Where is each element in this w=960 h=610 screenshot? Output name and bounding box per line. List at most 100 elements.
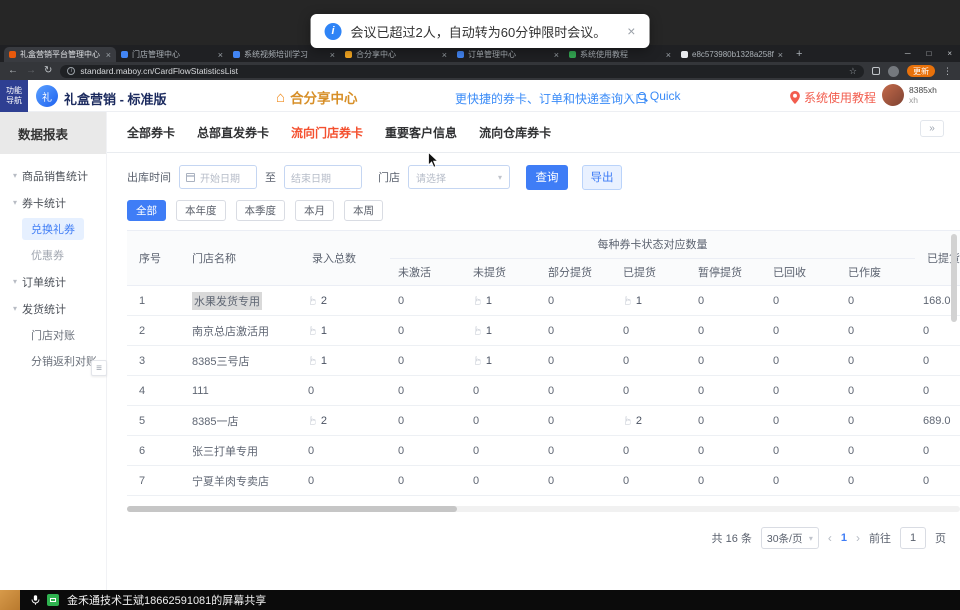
tab-close-icon[interactable]: ×: [666, 50, 671, 60]
bookmark-star-icon[interactable]: ☆: [849, 66, 857, 77]
store-name-text: 8385一店: [192, 413, 238, 429]
chevron-down-icon: ▾: [13, 198, 17, 207]
store-select[interactable]: 请选择 ▾: [408, 165, 510, 189]
user-menu[interactable]: 8385xh xh: [882, 84, 937, 106]
browser-update-chip[interactable]: 更新: [907, 65, 935, 77]
sidebar-subitem[interactable]: 优惠券: [0, 242, 106, 268]
store-name-text: 张三打单专用: [192, 443, 258, 459]
cell-link-value[interactable]: 2: [321, 295, 327, 307]
screen: i 会议已超过2人，自动转为60分钟限时会议。 × 礼盒营销平台管理中心×门店管…: [0, 0, 960, 610]
cell-state-count: 0: [540, 316, 615, 345]
address-bar[interactable]: i standard.maboy.cn/CardFlowStatisticsLi…: [60, 65, 864, 78]
quick-filter-chip[interactable]: 本年度: [176, 200, 226, 221]
column-header: 门店名称: [180, 231, 300, 285]
cell-index: 5: [127, 406, 180, 435]
sidebar-subitem[interactable]: 兑换礼券: [0, 216, 106, 242]
function-nav-button[interactable]: 功能 导航: [0, 80, 28, 112]
cell-link-value[interactable]: 1: [486, 325, 492, 337]
tab-favicon: [121, 51, 128, 58]
minimize-button[interactable]: ─: [905, 49, 911, 58]
cell-state-count: 0: [765, 436, 840, 465]
goto-page-input[interactable]: 1: [900, 527, 926, 549]
browser-profile-avatar[interactable]: [888, 66, 899, 77]
vertical-scrollbar[interactable]: [951, 232, 957, 506]
quick-search-link[interactable]: ☞ Quick: [624, 89, 681, 103]
tab-title: 系统使用教程: [580, 49, 662, 60]
info-icon: i: [325, 23, 342, 40]
table-row: 2南京总店激活用☞10☞1000000: [127, 316, 960, 346]
tab-close-icon[interactable]: ×: [442, 50, 447, 60]
content-tab[interactable]: 全部券卡: [127, 124, 175, 141]
browser-tab[interactable]: 订单管理中心×: [452, 47, 564, 62]
cell-link-value[interactable]: 1: [486, 355, 492, 367]
quick-filter-chip[interactable]: 全部: [127, 200, 166, 221]
content-tab[interactable]: 流向仓库券卡: [479, 124, 551, 141]
browser-tab[interactable]: 系统使用教程 ×: [564, 47, 676, 62]
cell-state-count: 0: [840, 406, 915, 435]
quick-filter-chip[interactable]: 本月: [295, 200, 334, 221]
next-page-button[interactable]: ›: [856, 531, 860, 545]
tutorial-link[interactable]: 系统使用教程: [790, 89, 876, 106]
cell-link-value[interactable]: 1: [321, 325, 327, 337]
tab-close-icon[interactable]: ×: [554, 50, 559, 60]
microphone-icon[interactable]: [30, 594, 41, 606]
cell-total: 0: [300, 376, 390, 405]
end-date-input[interactable]: 结束日期: [284, 165, 362, 189]
tab-favicon: [233, 51, 240, 58]
current-page[interactable]: 1: [841, 532, 847, 544]
content-tab[interactable]: 流向门店券卡: [291, 124, 363, 141]
reload-icon[interactable]: ↻: [44, 66, 52, 76]
content-tab[interactable]: 重要客户信息: [385, 124, 457, 141]
cell-link-value[interactable]: 1: [636, 295, 642, 307]
sidebar-subitem[interactable]: 门店对账: [0, 322, 106, 348]
time-filter-label: 出库时间: [127, 169, 171, 185]
export-button[interactable]: 导出: [582, 165, 622, 190]
share-center-link[interactable]: ⌂ 合分享中心: [276, 87, 358, 107]
vertical-scrollbar-thumb[interactable]: [951, 234, 957, 322]
prev-page-button[interactable]: ‹: [828, 531, 832, 545]
tab-close-icon[interactable]: ×: [778, 50, 783, 60]
cell-link-value[interactable]: 1: [321, 355, 327, 367]
cell-state-count: 0: [465, 406, 540, 435]
browser-tab[interactable]: 合分享中心×: [340, 47, 452, 62]
browser-tab[interactable]: e8c573980b1328a258fd2e6...×: [676, 47, 788, 62]
start-date-input[interactable]: 开始日期: [179, 165, 257, 189]
cell-state-count: 0: [840, 436, 915, 465]
site-info-icon[interactable]: i: [67, 67, 75, 75]
sidebar-item[interactable]: ▾发货统计: [0, 295, 106, 322]
cell-link-value[interactable]: 2: [321, 415, 327, 427]
sidebar-item[interactable]: ▾商品销售统计: [0, 162, 106, 189]
new-tab-button[interactable]: +: [796, 48, 802, 60]
browser-tab[interactable]: 礼盒营销平台管理中心×: [4, 47, 116, 62]
horizontal-scrollbar[interactable]: [127, 506, 960, 512]
cell-state-count: 0: [765, 376, 840, 405]
url-text[interactable]: standard.maboy.cn/CardFlowStatisticsList: [80, 66, 844, 76]
side-panel-icon[interactable]: [872, 67, 880, 75]
back-icon[interactable]: ←: [8, 66, 18, 76]
cell-link-value[interactable]: 1: [486, 295, 492, 307]
maximize-button[interactable]: □: [926, 49, 931, 58]
content-tab[interactable]: 总部直发券卡: [197, 124, 269, 141]
cell-state-count: 0: [390, 406, 465, 435]
quick-filter-chip[interactable]: 本季度: [236, 200, 286, 221]
sidebar-drag-handle[interactable]: ≡: [91, 360, 107, 376]
table-row: 4111000000000: [127, 376, 960, 406]
banner-close-icon[interactable]: ×: [627, 23, 635, 39]
tab-favicon: [569, 51, 576, 58]
cell-link-value[interactable]: 2: [636, 415, 642, 427]
collapse-panel-button[interactable]: »: [920, 120, 944, 137]
screen-share-text: 金禾通技术王斌18662591081的屏幕共享: [67, 592, 266, 608]
browser-menu-icon[interactable]: ⋮: [943, 66, 952, 77]
tab-close-icon[interactable]: ×: [330, 50, 335, 60]
browser-tab[interactable]: 系统视频培训学习×: [228, 47, 340, 62]
sidebar-item[interactable]: ▾订单统计: [0, 268, 106, 295]
sidebar-item[interactable]: ▾券卡统计: [0, 189, 106, 216]
page-size-select[interactable]: 30条/页 ▾: [761, 527, 819, 549]
tab-close-icon[interactable]: ×: [106, 50, 111, 60]
quick-filter-chip[interactable]: 本周: [344, 200, 383, 221]
horizontal-scrollbar-thumb[interactable]: [127, 506, 457, 512]
tab-close-icon[interactable]: ×: [218, 50, 223, 60]
window-close-button[interactable]: ×: [947, 49, 952, 58]
browser-tab[interactable]: 门店管理中心×: [116, 47, 228, 62]
search-button[interactable]: 查询: [526, 165, 568, 190]
